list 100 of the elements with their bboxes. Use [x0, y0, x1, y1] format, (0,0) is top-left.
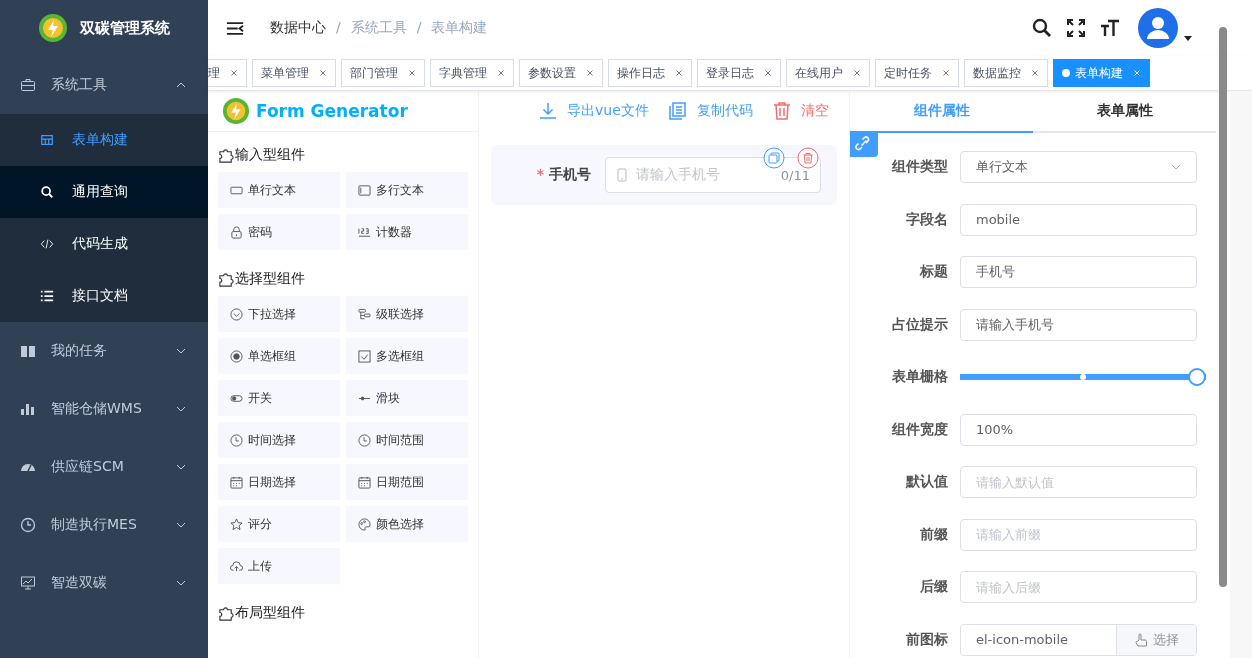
close-icon[interactable]: [319, 69, 327, 77]
menu-item[interactable]: 供应链SCM: [0, 438, 208, 496]
component-item[interactable]: 滑块: [346, 380, 468, 416]
field-label: * 手机号: [535, 166, 592, 184]
tab[interactable]: 参数设置: [519, 59, 603, 87]
tab[interactable]: 表单属性: [1033, 91, 1216, 131]
search-icon[interactable]: [1032, 18, 1052, 38]
input-field[interactable]: 请输入手机号: [960, 308, 1197, 341]
close-icon[interactable]: [1031, 69, 1039, 77]
field-label: 组件宽度: [891, 420, 949, 439]
menu-item[interactable]: 制造执行MES: [0, 496, 208, 554]
briefcase-icon: [20, 77, 36, 93]
breadcrumb-item[interactable]: 数据中心: [270, 19, 326, 37]
menu-item[interactable]: 系统工具: [0, 56, 208, 114]
select-field[interactable]: 单行文本: [960, 151, 1197, 184]
component-item[interactable]: 时间选择: [218, 422, 340, 458]
input-field[interactable]: 请输入后缀: [960, 571, 1197, 604]
slider-thumb[interactable]: [1188, 368, 1206, 387]
chevron-down-icon: [176, 580, 186, 586]
component-item[interactable]: 单行文本: [218, 172, 340, 208]
download-icon: [539, 102, 557, 120]
component-item[interactable]: 时间范围: [346, 422, 468, 458]
component-item[interactable]: 评分: [218, 506, 340, 542]
text-size-icon[interactable]: [1100, 18, 1120, 38]
phone-icon: [616, 168, 628, 182]
logo-icon: [38, 13, 68, 43]
tab[interactable]: 定时任务: [875, 59, 959, 87]
placeholder: 请输入手机号: [636, 166, 721, 184]
group-title: 选择型组件: [235, 270, 305, 288]
component-item[interactable]: 开关: [218, 380, 340, 416]
list-icon: [40, 289, 54, 303]
close-icon[interactable]: [408, 69, 416, 77]
component-item[interactable]: 日期选择: [218, 464, 340, 500]
close-icon[interactable]: [853, 69, 861, 77]
chevron-down-icon: [176, 406, 186, 412]
form-item-card[interactable]: * 手机号 请输入手机号 0/11: [491, 145, 837, 205]
copy-icon: [668, 102, 687, 120]
component-item[interactable]: 多选框组: [346, 338, 468, 374]
component-item[interactable]: 下拉选择: [218, 296, 340, 332]
input-field[interactable]: 请输入默认值: [960, 466, 1197, 499]
close-icon[interactable]: [675, 69, 683, 77]
link-icon[interactable]: [850, 133, 878, 157]
star-icon: [230, 517, 243, 531]
tab[interactable]: 数据监控: [964, 59, 1048, 87]
close-icon[interactable]: [497, 69, 505, 77]
tab[interactable]: 部门管理: [341, 59, 425, 87]
group-title: 输入型组件: [235, 146, 305, 164]
character-counter: 0/11: [780, 167, 810, 183]
submenu-item[interactable]: 接口文档: [0, 270, 208, 322]
input-field[interactable]: mobile: [960, 203, 1197, 236]
component-item[interactable]: 多行文本: [346, 172, 468, 208]
avatar[interactable]: [1138, 8, 1178, 48]
puzzle-icon: [218, 604, 235, 622]
submenu-item[interactable]: 代码生成: [0, 218, 208, 270]
tab[interactable]: 理: [208, 59, 247, 87]
field-label: 占位提示: [891, 315, 949, 334]
close-icon[interactable]: [230, 69, 238, 77]
component-item[interactable]: 计数器: [346, 214, 468, 250]
tab[interactable]: 操作日志: [608, 59, 692, 87]
tab[interactable]: 菜单管理: [252, 59, 336, 87]
input-field[interactable]: el-icon-mobile 选择: [960, 623, 1197, 656]
cal-icon: [230, 475, 243, 489]
close-icon[interactable]: [586, 69, 594, 77]
cal-icon: [358, 475, 371, 489]
fullscreen-icon[interactable]: [1066, 18, 1086, 38]
submenu-item[interactable]: 通用查询: [0, 166, 208, 218]
submenu-item[interactable]: 表单构建: [0, 114, 208, 166]
menu-item[interactable]: 我的任务: [0, 322, 208, 380]
chevron-down-icon: [176, 522, 186, 528]
component-item[interactable]: 颜色选择: [346, 506, 468, 542]
field-label: 前图标: [905, 630, 949, 649]
menu-item[interactable]: 智能仓储WMS: [0, 380, 208, 438]
tab[interactable]: 在线用户: [786, 59, 870, 87]
close-icon[interactable]: [942, 69, 950, 77]
generator-title: Form Generator: [256, 101, 408, 121]
field-label: 组件类型: [891, 158, 949, 177]
component-item[interactable]: 日期范围: [346, 464, 468, 500]
puzzle-icon: [218, 146, 235, 164]
tab[interactable]: 登录日志: [697, 59, 781, 87]
scrollbar[interactable]: [1219, 27, 1227, 587]
component-item[interactable]: 密码: [218, 214, 340, 250]
menu-item[interactable]: 智造双碳: [0, 554, 208, 612]
palette-icon: [358, 517, 371, 531]
input-field[interactable]: 100%: [960, 413, 1197, 446]
component-item[interactable]: 单选框组: [218, 338, 340, 374]
breadcrumb-separator: /: [336, 19, 341, 37]
breadcrumb-separator: /: [416, 19, 422, 37]
field-label: 后缀: [919, 578, 949, 597]
close-icon[interactable]: [764, 69, 772, 77]
textarea-icon: [358, 183, 371, 197]
menu-icon[interactable]: [226, 20, 244, 36]
chevron-down-icon: [176, 464, 186, 470]
input-field[interactable]: 手机号: [960, 256, 1197, 289]
breadcrumb-item: 系统工具: [350, 19, 407, 37]
search-icon: [40, 185, 54, 199]
component-item[interactable]: 上传: [218, 548, 340, 584]
tab[interactable]: 字典管理: [430, 59, 514, 87]
input-field[interactable]: 请输入前缀: [960, 518, 1197, 551]
component-item[interactable]: 级联选择: [346, 296, 468, 332]
caret-icon[interactable]: [1184, 35, 1192, 41]
